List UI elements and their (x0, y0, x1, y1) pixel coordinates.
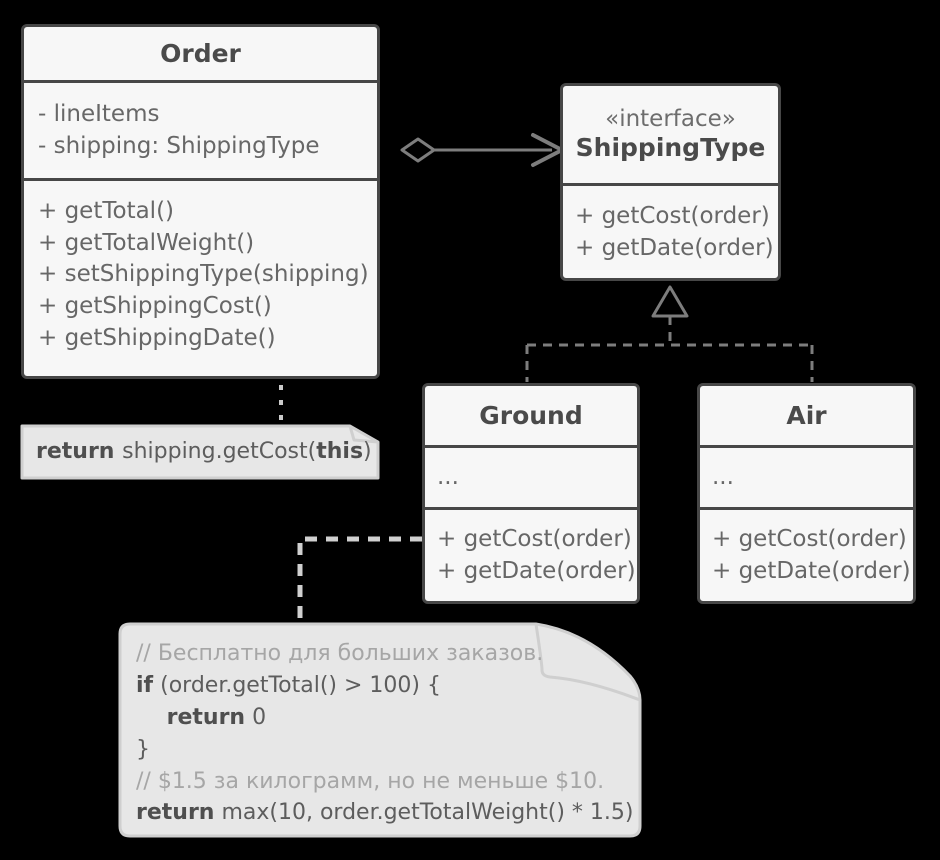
class-title-text-air: Air (786, 400, 827, 430)
class-method-row: + getShippingDate() (38, 324, 276, 351)
note-line: return shipping.getCost(this) (36, 436, 380, 468)
note-line: if (order.getTotal() > 100) { (136, 670, 642, 702)
class-stereotype-shippingtype: «interface» (605, 105, 736, 132)
note-plain: shipping.getCost( (122, 439, 317, 464)
note-line: return 0 (136, 702, 642, 734)
class-method-row: + setShippingType(shipping) (38, 261, 369, 288)
note-plain: (order.getTotal() > 100) { (153, 672, 441, 698)
class-attribute-row: - shipping: ShippingType (38, 132, 320, 159)
class-attribute-row: ... (712, 464, 734, 490)
class-methods-order: + getTotal() + getTotalWeight() + setShi… (24, 178, 377, 376)
relation-realizations (525, 285, 814, 382)
note-order-getshippingcost: return shipping.getCost(this) (20, 422, 380, 480)
note-plain: max(10, order.getTotalWeight() * 1.5) (214, 800, 634, 826)
class-attribute-row: ... (437, 464, 459, 490)
class-title-air: Air (700, 386, 913, 445)
class-method-row: + getTotal() (38, 198, 175, 224)
class-methods-ground: + getCost(order) + getDate(order) (425, 507, 637, 601)
note-keyword: if (136, 672, 154, 698)
note-line: return max(10, order.getTotalWeight() * … (136, 797, 642, 829)
class-method-row: + getDate(order) (575, 234, 774, 261)
class-box-ground[interactable]: Ground ... + getCost(order) + getDate(or… (422, 383, 640, 604)
note-keyword: this (316, 439, 364, 464)
class-attributes-order: - lineItems - shipping: ShippingType (24, 80, 377, 178)
note-plain: 0 (245, 704, 267, 730)
class-title-text-order: Order (160, 38, 241, 68)
class-box-shippingtype[interactable]: «interface» ShippingType + getCost(order… (560, 83, 781, 281)
class-method-row: + getShippingCost() (38, 293, 272, 320)
class-title-ground: Ground (425, 386, 637, 445)
note-line: // $1.5 за килограмм, но не меньше $10. (136, 766, 642, 798)
class-attributes-air: ... (700, 445, 913, 507)
class-methods-air: + getCost(order) + getDate(order) (700, 507, 913, 601)
class-box-order[interactable]: Order - lineItems - shipping: ShippingTy… (21, 24, 380, 379)
note-line: // Бесплатно для больших заказов. (136, 638, 642, 670)
class-title-text-ground: Ground (479, 400, 583, 430)
class-method-row: + getDate(order) (437, 557, 636, 584)
note-ground-text: // Бесплатно для больших заказов. if (ord… (118, 620, 642, 829)
class-methods-shippingtype: + getCost(order) + getDate(order) (563, 183, 778, 278)
class-title-text-shippingtype: ShippingType (575, 133, 766, 163)
note-comment: // Бесплатно для больших заказов. (136, 641, 544, 666)
note-keyword: return (136, 800, 215, 826)
class-method-row: + getDate(order) (712, 557, 911, 584)
note-plain: } (136, 736, 150, 762)
uml-diagram-canvas: Order - lineItems - shipping: ShippingTy… (0, 0, 940, 860)
class-method-row: + getCost(order) (712, 526, 907, 552)
note-line: } (136, 734, 642, 766)
note-keyword: return (36, 439, 123, 464)
relation-ground-note-link (297, 536, 422, 620)
relation-order-uses-shippingtype (400, 133, 564, 167)
class-method-row: + getCost(order) (437, 526, 632, 552)
class-title-order: Order (24, 27, 377, 80)
note-keyword: return (136, 704, 246, 730)
class-attribute-row: - lineItems (38, 101, 160, 127)
class-title-shippingtype: «interface» ShippingType (563, 86, 778, 183)
class-box-air[interactable]: Air ... + getCost(order) + getDate(order… (697, 383, 916, 604)
note-comment: // $1.5 за килограмм, но не меньше $10. (136, 768, 605, 794)
class-method-row: + getTotalWeight() (38, 229, 255, 256)
note-order-text: return shipping.getCost(this) (20, 422, 380, 468)
note-ground-getcost: // Бесплатно для больших заказов. if (ord… (118, 620, 642, 839)
class-attributes-ground: ... (425, 445, 637, 507)
class-method-row: + getCost(order) (575, 203, 770, 229)
note-plain: ) (363, 439, 372, 464)
